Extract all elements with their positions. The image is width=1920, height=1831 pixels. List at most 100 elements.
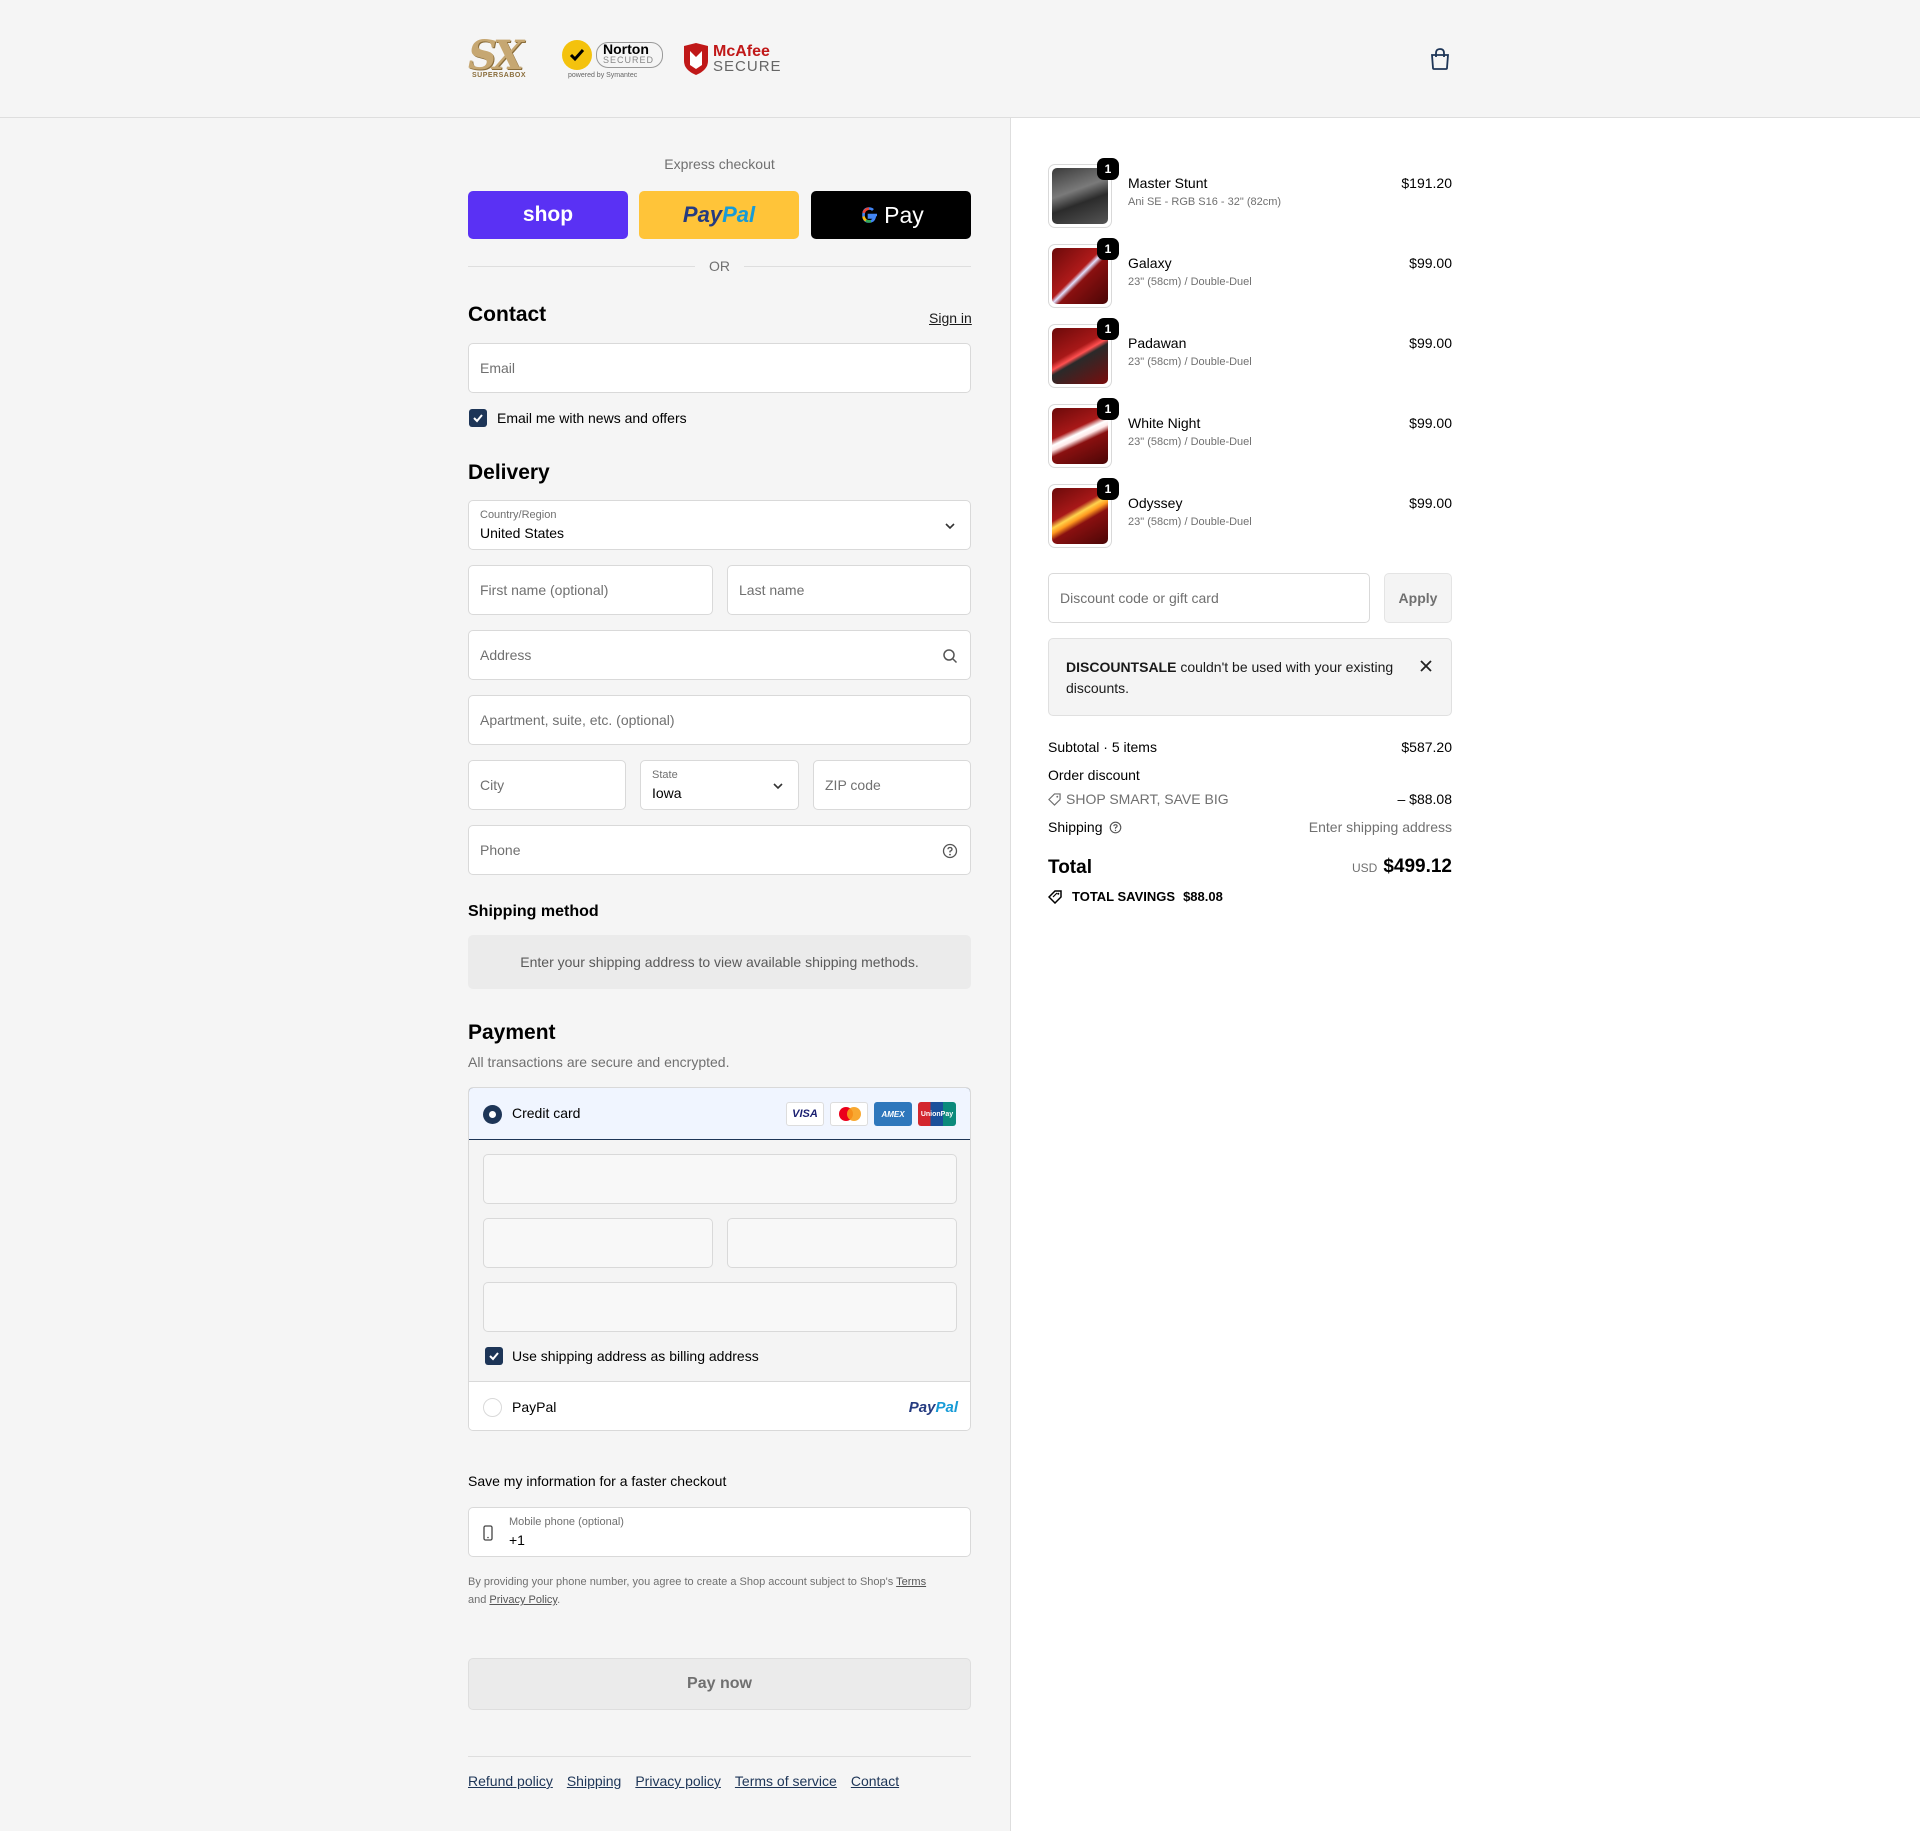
state-value: Iowa — [652, 785, 682, 801]
shipping-summary-row: Shipping — [1048, 819, 1122, 835]
checkout-header: SX SUPERSABOX Norton SECURED powered by … — [0, 0, 1920, 118]
city-field[interactable]: City — [468, 760, 626, 810]
item-name: White Night — [1128, 415, 1201, 431]
billing-address-checkbox[interactable] — [485, 1347, 503, 1365]
paypal-logo-pay: Pay — [682, 202, 723, 227]
total-label: Total — [1048, 857, 1092, 878]
shopping-bag-icon[interactable] — [1430, 48, 1450, 70]
supersabox-logo[interactable]: SX SUPERSABOX — [468, 36, 542, 82]
close-icon[interactable] — [1419, 659, 1433, 673]
pay-now-button[interactable]: Pay now — [468, 1658, 971, 1710]
zip-field[interactable]: ZIP code — [813, 760, 971, 810]
shipping-method-message: Enter your shipping address to view avai… — [468, 935, 971, 989]
tag-icon — [1048, 792, 1061, 806]
item-variant: 23" (58cm) / Double-Duel — [1128, 276, 1252, 288]
discount-error-notice: DISCOUNTSALE couldn't be used with your … — [1048, 638, 1452, 716]
card-name-input[interactable] — [483, 1282, 957, 1332]
email-placeholder: Email — [480, 360, 516, 376]
mobile-phone-label: Mobile phone (optional) — [509, 1516, 624, 1528]
state-label: State — [652, 769, 678, 781]
credit-card-option[interactable]: Credit card VISA AMEX UnionPay — [469, 1088, 970, 1140]
credit-card-label: Credit card — [512, 1105, 581, 1121]
shop-terms-notice: By providing your phone number, you agre… — [468, 1576, 927, 1606]
shipping-summary-label: Shipping — [1048, 819, 1103, 835]
google-pay-button[interactable]: Pay — [811, 191, 971, 239]
mobile-phone-value: +1 — [509, 1532, 525, 1548]
zip-placeholder: ZIP code — [825, 777, 881, 793]
help-circle-icon[interactable] — [942, 843, 958, 859]
mobile-phone-field[interactable]: Mobile phone (optional) +1 — [468, 1507, 971, 1557]
norton-secured-badge: Norton SECURED powered by Symantec — [562, 39, 664, 79]
paypal-option[interactable]: PayPal PayPal — [469, 1381, 970, 1430]
payment-subtitle: All transactions are secure and encrypte… — [468, 1054, 730, 1070]
cart-item: 1 White Night 23" (58cm) / Double-Duel $… — [1048, 398, 1452, 468]
item-name: Master Stunt — [1128, 175, 1208, 191]
apartment-field[interactable]: Apartment, suite, etc. (optional) — [468, 695, 971, 745]
total-savings: TOTAL SAVINGS $88.08 — [1048, 889, 1223, 904]
shop-pay-button[interactable]: shop — [468, 191, 628, 239]
logo-wordmark: SUPERSABOX — [472, 72, 527, 79]
quantity-badge: 1 — [1097, 478, 1119, 500]
shipping-policy-link[interactable]: Shipping — [567, 1773, 622, 1789]
sign-in-link[interactable]: Sign in — [929, 310, 972, 326]
last-name-field[interactable]: Last name — [727, 565, 971, 615]
terms-link[interactable]: Terms — [896, 1576, 926, 1588]
privacy-policy-link[interactable]: Privacy Policy — [489, 1594, 557, 1606]
apartment-placeholder: Apartment, suite, etc. (optional) — [480, 712, 675, 728]
savings-label: TOTAL SAVINGS — [1072, 889, 1176, 904]
discount-name-row: SHOP SMART, SAVE BIG — [1048, 791, 1229, 807]
phone-placeholder: Phone — [480, 842, 521, 858]
contact-link[interactable]: Contact — [851, 1773, 899, 1789]
chevron-down-icon — [773, 783, 783, 790]
order-discount-label: Order discount — [1048, 767, 1140, 783]
card-brands: VISA AMEX UnionPay — [786, 1102, 956, 1126]
discount-code-input[interactable]: Discount code or gift card — [1048, 573, 1370, 623]
mcafee-secure-text: SECURE — [713, 58, 782, 75]
phone-field[interactable]: Phone — [468, 825, 971, 875]
discount-value: – $88.08 — [1397, 791, 1453, 807]
last-name-placeholder: Last name — [739, 582, 805, 598]
google-pay-label: Pay — [884, 201, 924, 228]
mobile-phone-icon — [483, 1525, 493, 1541]
card-cvv-input[interactable] — [727, 1218, 957, 1268]
help-circle-icon[interactable] — [1109, 821, 1122, 834]
address-placeholder: Address — [480, 647, 532, 663]
or-text: OR — [709, 258, 730, 274]
norton-name: Norton — [603, 40, 649, 57]
country-select[interactable]: Country/Region United States — [468, 500, 971, 550]
card-number-input[interactable] — [483, 1154, 957, 1204]
delivery-title: Delivery — [468, 461, 550, 484]
refund-policy-link[interactable]: Refund policy — [468, 1773, 553, 1789]
address-field[interactable]: Address — [468, 630, 971, 680]
cart-item: 1 Master Stunt Ani SE - RGB S16 - 32" (8… — [1048, 158, 1452, 228]
amex-icon: AMEX — [874, 1102, 912, 1126]
footer-links: Refund policy Shipping Privacy policy Te… — [468, 1773, 899, 1789]
paypal-radio[interactable] — [483, 1398, 502, 1417]
item-variant: 23" (58cm) / Double-Duel — [1128, 356, 1252, 368]
email-field[interactable]: Email — [468, 343, 971, 393]
privacy-policy-footer-link[interactable]: Privacy policy — [635, 1773, 721, 1789]
terms-of-service-link[interactable]: Terms of service — [735, 1773, 837, 1789]
billing-address-label: Use shipping address as billing address — [512, 1348, 759, 1364]
payment-methods: Credit card VISA AMEX UnionPay Use shipp… — [468, 1087, 971, 1431]
google-g-icon — [862, 207, 878, 223]
card-expiry-input[interactable] — [483, 1218, 713, 1268]
news-offers-checkbox[interactable] — [469, 409, 487, 427]
first-name-field[interactable]: First name (optional) — [468, 565, 713, 615]
chevron-down-icon — [945, 523, 955, 530]
apply-discount-button[interactable]: Apply — [1384, 573, 1452, 623]
discount-name: SHOP SMART, SAVE BIG — [1066, 791, 1229, 807]
state-select[interactable]: State Iowa — [640, 760, 799, 810]
mcafee-shield-icon — [684, 43, 709, 75]
or-divider: OR — [468, 257, 971, 275]
credit-card-radio[interactable] — [483, 1105, 502, 1124]
logo-mark: SX — [468, 32, 524, 79]
save-info-title: Save my information for a faster checkou… — [468, 1473, 727, 1489]
item-price: $99.00 — [1409, 255, 1452, 271]
subtotal-value: $587.20 — [1401, 739, 1452, 755]
news-offers-label: Email me with news and offers — [497, 410, 687, 426]
norton-secured-text: SECURED — [603, 54, 655, 65]
paypal-express-button[interactable]: Pay Pal — [639, 191, 799, 239]
trust-logos: SX SUPERSABOX Norton SECURED powered by … — [468, 32, 782, 86]
payment-title: Payment — [468, 1021, 556, 1044]
